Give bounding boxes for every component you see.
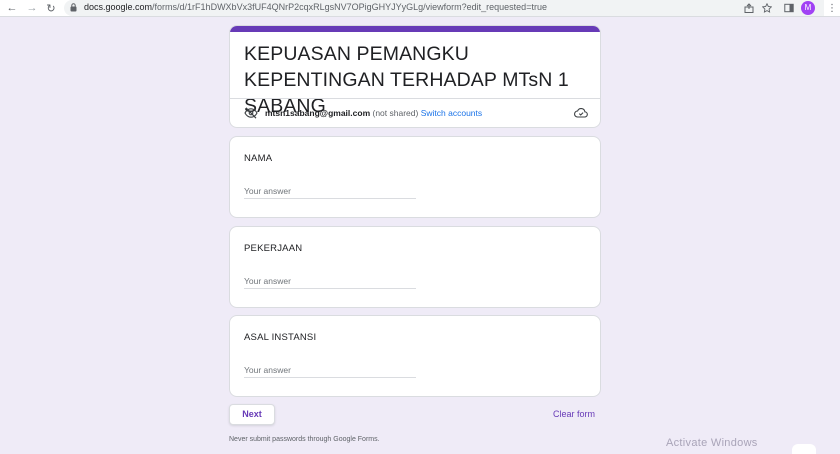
floating-help-button[interactable] <box>792 444 816 454</box>
question-label: NAMA <box>244 153 273 164</box>
share-icon[interactable] <box>744 3 754 13</box>
question-card-pekerjaan: PEKERJAAN <box>229 226 601 308</box>
accent-band <box>230 26 600 32</box>
account-note: (not shared) <box>372 108 419 118</box>
activate-windows-watermark: Activate Windows <box>666 437 758 449</box>
question-label: ASAL INSTANSI <box>244 332 317 343</box>
more-options-icon[interactable]: ⋮ <box>824 0 840 16</box>
back-arrow-icon[interactable]: ← <box>4 0 20 16</box>
question-card-nama: NAMA <box>229 136 601 218</box>
url-text: docs.google.com/forms/d/1rF1hDWXbVx3fUF4… <box>84 2 547 12</box>
next-button[interactable]: Next <box>229 404 275 425</box>
password-warning: Never submit passwords through Google Fo… <box>229 436 380 443</box>
clear-form-button[interactable]: Clear form <box>550 404 598 425</box>
url-host: docs.google.com <box>84 2 153 12</box>
browser-toolbar: ← → ↻ docs.google.com/forms/d/1rF1hDWXbV… <box>0 0 840 17</box>
asal-instansi-input[interactable] <box>244 362 416 378</box>
nama-input[interactable] <box>244 183 416 199</box>
cloud-saved-icon <box>574 108 588 118</box>
question-card-asal-instansi: ASAL INSTANSI <box>229 315 601 397</box>
reload-icon[interactable]: ↻ <box>43 0 59 16</box>
star-icon[interactable] <box>762 3 772 13</box>
profile-avatar[interactable]: M <box>801 1 815 15</box>
account-email: mtsn1sabang@gmail.com <box>265 108 371 118</box>
url-path: /forms/d/1rF1hDWXbVx3fUF4QNrP2cqxRLgsNV7… <box>152 2 547 12</box>
account-info: mtsn1sabang@gmail.com (not shared) Switc… <box>265 108 482 118</box>
sidebar-panel-icon[interactable] <box>784 3 794 13</box>
forward-arrow-icon[interactable]: → <box>24 0 40 16</box>
lock-icon <box>70 3 77 12</box>
switch-accounts-link[interactable]: Switch accounts <box>421 108 482 118</box>
question-label: PEKERJAAN <box>244 243 303 254</box>
account-row: mtsn1sabang@gmail.com (not shared) Switc… <box>230 99 600 127</box>
pekerjaan-input[interactable] <box>244 273 416 289</box>
form-header-card: KEPUASAN PEMANGKU KEPENTINGAN TERHADAP M… <box>229 25 601 128</box>
address-bar[interactable]: docs.google.com/forms/d/1rF1hDWXbVx3fUF4… <box>64 0 824 16</box>
eye-off-icon <box>244 107 258 119</box>
